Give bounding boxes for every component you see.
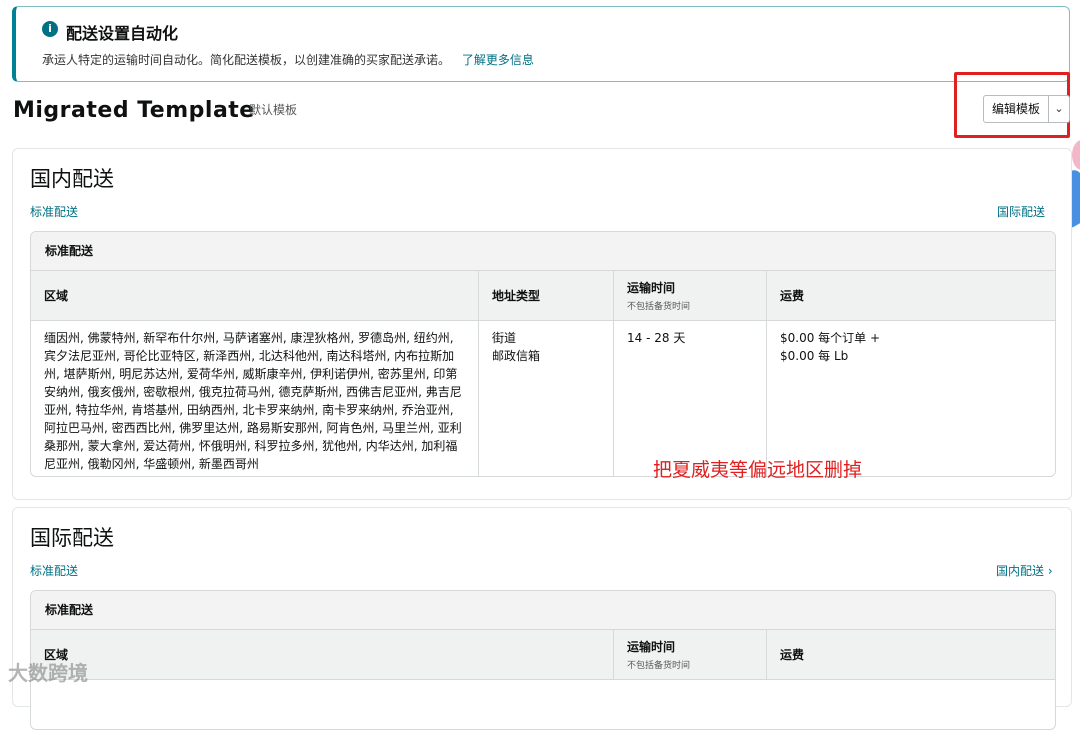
banner-description: 承运人特定的运输时间自动化。简化配送模板，以创建准确的买家配送承诺。 xyxy=(42,53,451,67)
edit-template-group: 编辑模板 ⌄ xyxy=(983,95,1071,123)
domestic-shipping-link[interactable]: 国内配送 › xyxy=(996,562,1053,579)
region-list: 缅因州, 佛蒙特州, 新罕布什尔州, 马萨诸塞州, 康涅狄格州, 罗德岛州, 纽… xyxy=(44,331,462,471)
domestic-standard-link[interactable]: 标准配送 xyxy=(30,203,78,220)
learn-more-link[interactable]: 了解更多信息 xyxy=(462,53,534,67)
table-header: 区域 地址类型 运输时间 不包括备货时间 运费 xyxy=(31,271,1055,321)
domestic-title: 国内配送 xyxy=(30,167,114,191)
page-title: Migrated Template xyxy=(13,98,255,123)
region-cell: 缅因州, 佛蒙特州, 新罕布什尔州, 马萨诸塞州, 康涅狄格州, 罗德岛州, 纽… xyxy=(31,321,479,476)
col-address-type: 地址类型 xyxy=(479,271,614,320)
info-banner: i 配送设置自动化 承运人特定的运输时间自动化。简化配送模板，以创建准确的买家配… xyxy=(12,6,1070,82)
international-shipping-section: 国际配送 标准配送 国内配送 › 标准配送 区域 运输时间 不包括备货时间 运费 xyxy=(12,507,1072,730)
international-title: 国际配送 xyxy=(30,526,114,550)
fee-cell: $0.00 每个订单 + $0.00 每 Lb xyxy=(780,331,881,363)
col-transit: 运输时间 不包括备货时间 xyxy=(614,271,767,320)
card-title: 标准配送 xyxy=(31,591,1055,630)
col-fee: 运费 xyxy=(780,289,805,303)
table-header: 区域 运输时间 不包括备货时间 运费 xyxy=(31,630,1055,680)
col-region: 区域 xyxy=(31,630,614,679)
chevron-down-icon[interactable]: ⌄ xyxy=(1049,96,1069,122)
intl-standard-shipping-card: 标准配送 区域 运输时间 不包括备货时间 运费 xyxy=(30,590,1056,730)
international-shipping-link[interactable]: 国际配送 xyxy=(997,203,1045,220)
watermark: 大数跨境 xyxy=(8,661,88,685)
col-region: 区域 xyxy=(31,271,479,320)
address-type-cell: 街道 邮政信箱 xyxy=(479,321,614,476)
info-icon: i xyxy=(42,21,58,37)
col-fee: 运费 xyxy=(780,648,805,662)
standard-shipping-card: 标准配送 区域 地址类型 运输时间 不包括备货时间 运费 缅因州, 佛蒙特州, … xyxy=(30,231,1056,477)
annotation-text: 把夏威夷等偏远地区删掉 xyxy=(653,459,863,481)
banner-text: 承运人特定的运输时间自动化。简化配送模板，以创建准确的买家配送承诺。 了解更多信… xyxy=(42,51,534,68)
decorative-dot xyxy=(1072,140,1080,170)
default-template-label: 默认模板 xyxy=(249,103,298,117)
card-title: 标准配送 xyxy=(31,232,1055,271)
col-transit: 运输时间 不包括备货时间 xyxy=(614,630,767,679)
banner-title: 配送设置自动化 xyxy=(66,24,179,43)
table-row: 缅因州, 佛蒙特州, 新罕布什尔州, 马萨诸塞州, 康涅狄格州, 罗德岛州, 纽… xyxy=(31,321,1055,476)
transit-cell: 14 - 28 天 xyxy=(614,321,767,476)
domestic-shipping-section: 国内配送 标准配送 国际配送 标准配送 区域 地址类型 运输时间 不包括备货时间… xyxy=(12,148,1072,500)
international-standard-link[interactable]: 标准配送 xyxy=(30,562,78,579)
edit-template-button[interactable]: 编辑模板 xyxy=(984,96,1050,122)
